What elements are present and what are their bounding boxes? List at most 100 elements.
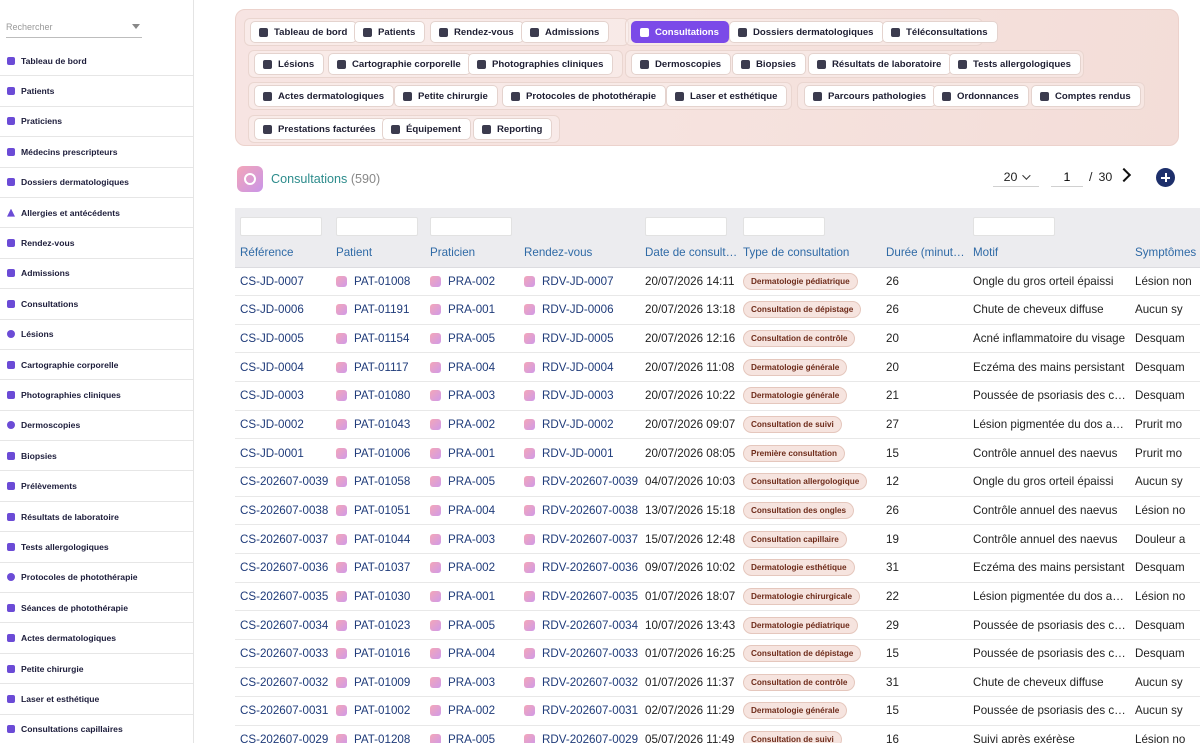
sidebar-item[interactable]: Rendez-vous: [0, 228, 193, 259]
record-link[interactable]: PAT-01009: [336, 676, 425, 689]
sidebar-item[interactable]: Consultations: [0, 289, 193, 320]
menu-button[interactable]: Protocoles de photothérapie: [502, 85, 667, 107]
table-row[interactable]: CS-JD-0007 PAT-01008 PRA-002 RDV-JD-0007 20/…: [235, 267, 1200, 297]
record-link[interactable]: RDV-JD-0003: [524, 389, 640, 402]
table-row[interactable]: CS-JD-0004 PAT-01117 PRA-004 RDV-JD-0004 20/…: [235, 352, 1200, 383]
column-filter-input[interactable]: [336, 216, 418, 236]
menu-button[interactable]: Tests allergologiques: [949, 53, 1081, 75]
record-link[interactable]: PRA-003: [430, 389, 519, 402]
table-row[interactable]: CS-202607-0036 PAT-01037 PRA-002 RDV-202607…: [235, 553, 1200, 583]
chevron-down-icon[interactable]: [132, 24, 140, 29]
record-link[interactable]: RDV-JD-0004: [524, 361, 640, 374]
column-filter-input[interactable]: [743, 216, 825, 236]
table-row[interactable]: CS-202607-0033 PAT-01016 PRA-004 RDV-202607…: [235, 639, 1200, 669]
table-row[interactable]: CS-JD-0005 PAT-01154 PRA-005 RDV-JD-0005 20/…: [235, 324, 1200, 354]
record-link[interactable]: PRA-002: [430, 275, 519, 288]
table-row[interactable]: CS-JD-0003 PAT-01080 PRA-003 RDV-JD-0003 20/…: [235, 381, 1200, 411]
sidebar-item[interactable]: Séances de photothérapie: [0, 593, 193, 624]
column-header[interactable]: Type de consultation: [738, 238, 881, 268]
record-link[interactable]: RDV-202607-0034: [524, 619, 640, 632]
record-link[interactable]: PAT-01044: [336, 533, 425, 546]
record-link[interactable]: RDV-202607-0036: [524, 561, 640, 574]
menu-button[interactable]: Lésions: [254, 53, 325, 75]
record-link[interactable]: RDV-JD-0006: [524, 303, 640, 316]
record-link[interactable]: RDV-JD-0005: [524, 332, 640, 345]
record-link[interactable]: PRA-005: [430, 332, 519, 345]
column-header[interactable]: Date de consultation: [640, 238, 738, 268]
sidebar-item[interactable]: Dermoscopies: [0, 411, 193, 442]
add-consultation-button[interactable]: [1156, 168, 1175, 187]
page-size-select[interactable]: 20: [993, 167, 1039, 187]
reference-cell[interactable]: CS-202607-0036: [235, 553, 331, 583]
sidebar-item[interactable]: Protocoles de photothérapie: [0, 563, 193, 594]
menu-button[interactable]: Équipement: [382, 118, 471, 140]
menu-button[interactable]: Dermoscopies: [631, 53, 732, 75]
reference-cell[interactable]: CS-JD-0004: [235, 352, 331, 383]
menu-button[interactable]: Ordonnances: [933, 85, 1029, 107]
record-link[interactable]: RDV-202607-0035: [524, 590, 640, 603]
record-link[interactable]: PRA-003: [430, 533, 519, 546]
sidebar-item[interactable]: Praticiens: [0, 107, 193, 138]
record-link[interactable]: PAT-01043: [336, 418, 425, 431]
table-row[interactable]: CS-202607-0035 PAT-01030 PRA-001 RDV-202607…: [235, 582, 1200, 612]
reference-cell[interactable]: CS-JD-0001: [235, 438, 331, 468]
record-link[interactable]: PRA-004: [430, 647, 519, 660]
record-link[interactable]: PAT-01208: [336, 733, 425, 743]
reference-cell[interactable]: CS-202607-0032: [235, 667, 331, 698]
record-link[interactable]: PAT-01006: [336, 447, 425, 460]
column-filter-input[interactable]: [430, 216, 512, 236]
table-row[interactable]: CS-JD-0001 PAT-01006 PRA-001 RDV-JD-0001 20/…: [235, 438, 1200, 468]
menu-button[interactable]: Photographies cliniques: [468, 53, 614, 75]
table-row[interactable]: CS-202607-0032 PAT-01009 PRA-003 RDV-202607…: [235, 667, 1200, 698]
column-header[interactable]: Symptômes: [1130, 238, 1200, 268]
table-row[interactable]: CS-202607-0037 PAT-01044 PRA-003 RDV-202607…: [235, 524, 1200, 554]
reference-cell[interactable]: CS-JD-0007: [235, 267, 331, 297]
record-link[interactable]: RDV-202607-0039: [524, 475, 640, 488]
menu-button[interactable]: Téléconsultations: [882, 21, 998, 43]
record-link[interactable]: PAT-01016: [336, 647, 425, 660]
table-row[interactable]: CS-202607-0038 PAT-01051 PRA-004 RDV-202607…: [235, 496, 1200, 526]
column-header[interactable]: Référence: [235, 238, 331, 268]
sidebar-item[interactable]: Prélèvements: [0, 471, 193, 502]
table-row[interactable]: CS-JD-0002 PAT-01043 PRA-002 RDV-JD-0002 20/…: [235, 410, 1200, 440]
next-page-button[interactable]: [1118, 168, 1132, 182]
record-link[interactable]: PRA-002: [430, 418, 519, 431]
record-link[interactable]: PRA-005: [430, 619, 519, 632]
record-link[interactable]: PRA-005: [430, 733, 519, 743]
record-link[interactable]: PAT-01037: [336, 561, 425, 574]
sidebar-item[interactable]: Admissions: [0, 259, 193, 290]
record-link[interactable]: PRA-004: [430, 504, 519, 517]
sidebar-search-input[interactable]: [6, 16, 126, 32]
record-link[interactable]: PRA-001: [430, 590, 519, 603]
column-filter-input[interactable]: [240, 216, 322, 236]
record-link[interactable]: RDV-JD-0002: [524, 418, 640, 431]
table-row[interactable]: CS-202607-0029 PAT-01208 PRA-005 RDV-202607…: [235, 725, 1200, 743]
sidebar-item[interactable]: Biopsies: [0, 441, 193, 472]
column-header[interactable]: Patient: [331, 238, 425, 268]
sidebar-item[interactable]: Tests allergologiques: [0, 532, 193, 563]
column-filter-input[interactable]: [645, 216, 727, 236]
menu-button[interactable]: Petite chirurgie: [394, 85, 498, 107]
sidebar-item[interactable]: Petite chirurgie: [0, 654, 193, 685]
menu-button[interactable]: Tableau de bord: [250, 21, 358, 43]
sidebar-item[interactable]: Lésions: [0, 320, 193, 350]
menu-button[interactable]: Résultats de laboratoire: [808, 53, 952, 75]
table-row[interactable]: CS-202607-0034 PAT-01023 PRA-005 RDV-202607…: [235, 610, 1200, 640]
reference-cell[interactable]: CS-JD-0005: [235, 324, 331, 354]
menu-button[interactable]: Prestations facturées: [254, 118, 386, 140]
reference-cell[interactable]: CS-202607-0038: [235, 496, 331, 526]
table-row[interactable]: CS-202607-0031 PAT-01002 PRA-002 RDV-202607…: [235, 696, 1200, 726]
sidebar-item[interactable]: Médecins prescripteurs: [0, 137, 193, 168]
menu-button[interactable]: Biopsies: [732, 53, 806, 75]
record-link[interactable]: PAT-01030: [336, 590, 425, 603]
record-link[interactable]: PAT-01117: [336, 361, 425, 374]
record-link[interactable]: PRA-004: [430, 361, 519, 374]
reference-cell[interactable]: CS-202607-0031: [235, 696, 331, 726]
sidebar-item[interactable]: Laser et esthétique: [0, 684, 193, 715]
column-header[interactable]: Praticien: [425, 238, 519, 268]
record-link[interactable]: PAT-01008: [336, 275, 425, 288]
menu-button[interactable]: Patients: [354, 21, 426, 43]
record-link[interactable]: PAT-01002: [336, 704, 425, 717]
record-link[interactable]: RDV-202607-0033: [524, 647, 640, 660]
column-header[interactable]: Durée (minutes): [881, 238, 968, 268]
